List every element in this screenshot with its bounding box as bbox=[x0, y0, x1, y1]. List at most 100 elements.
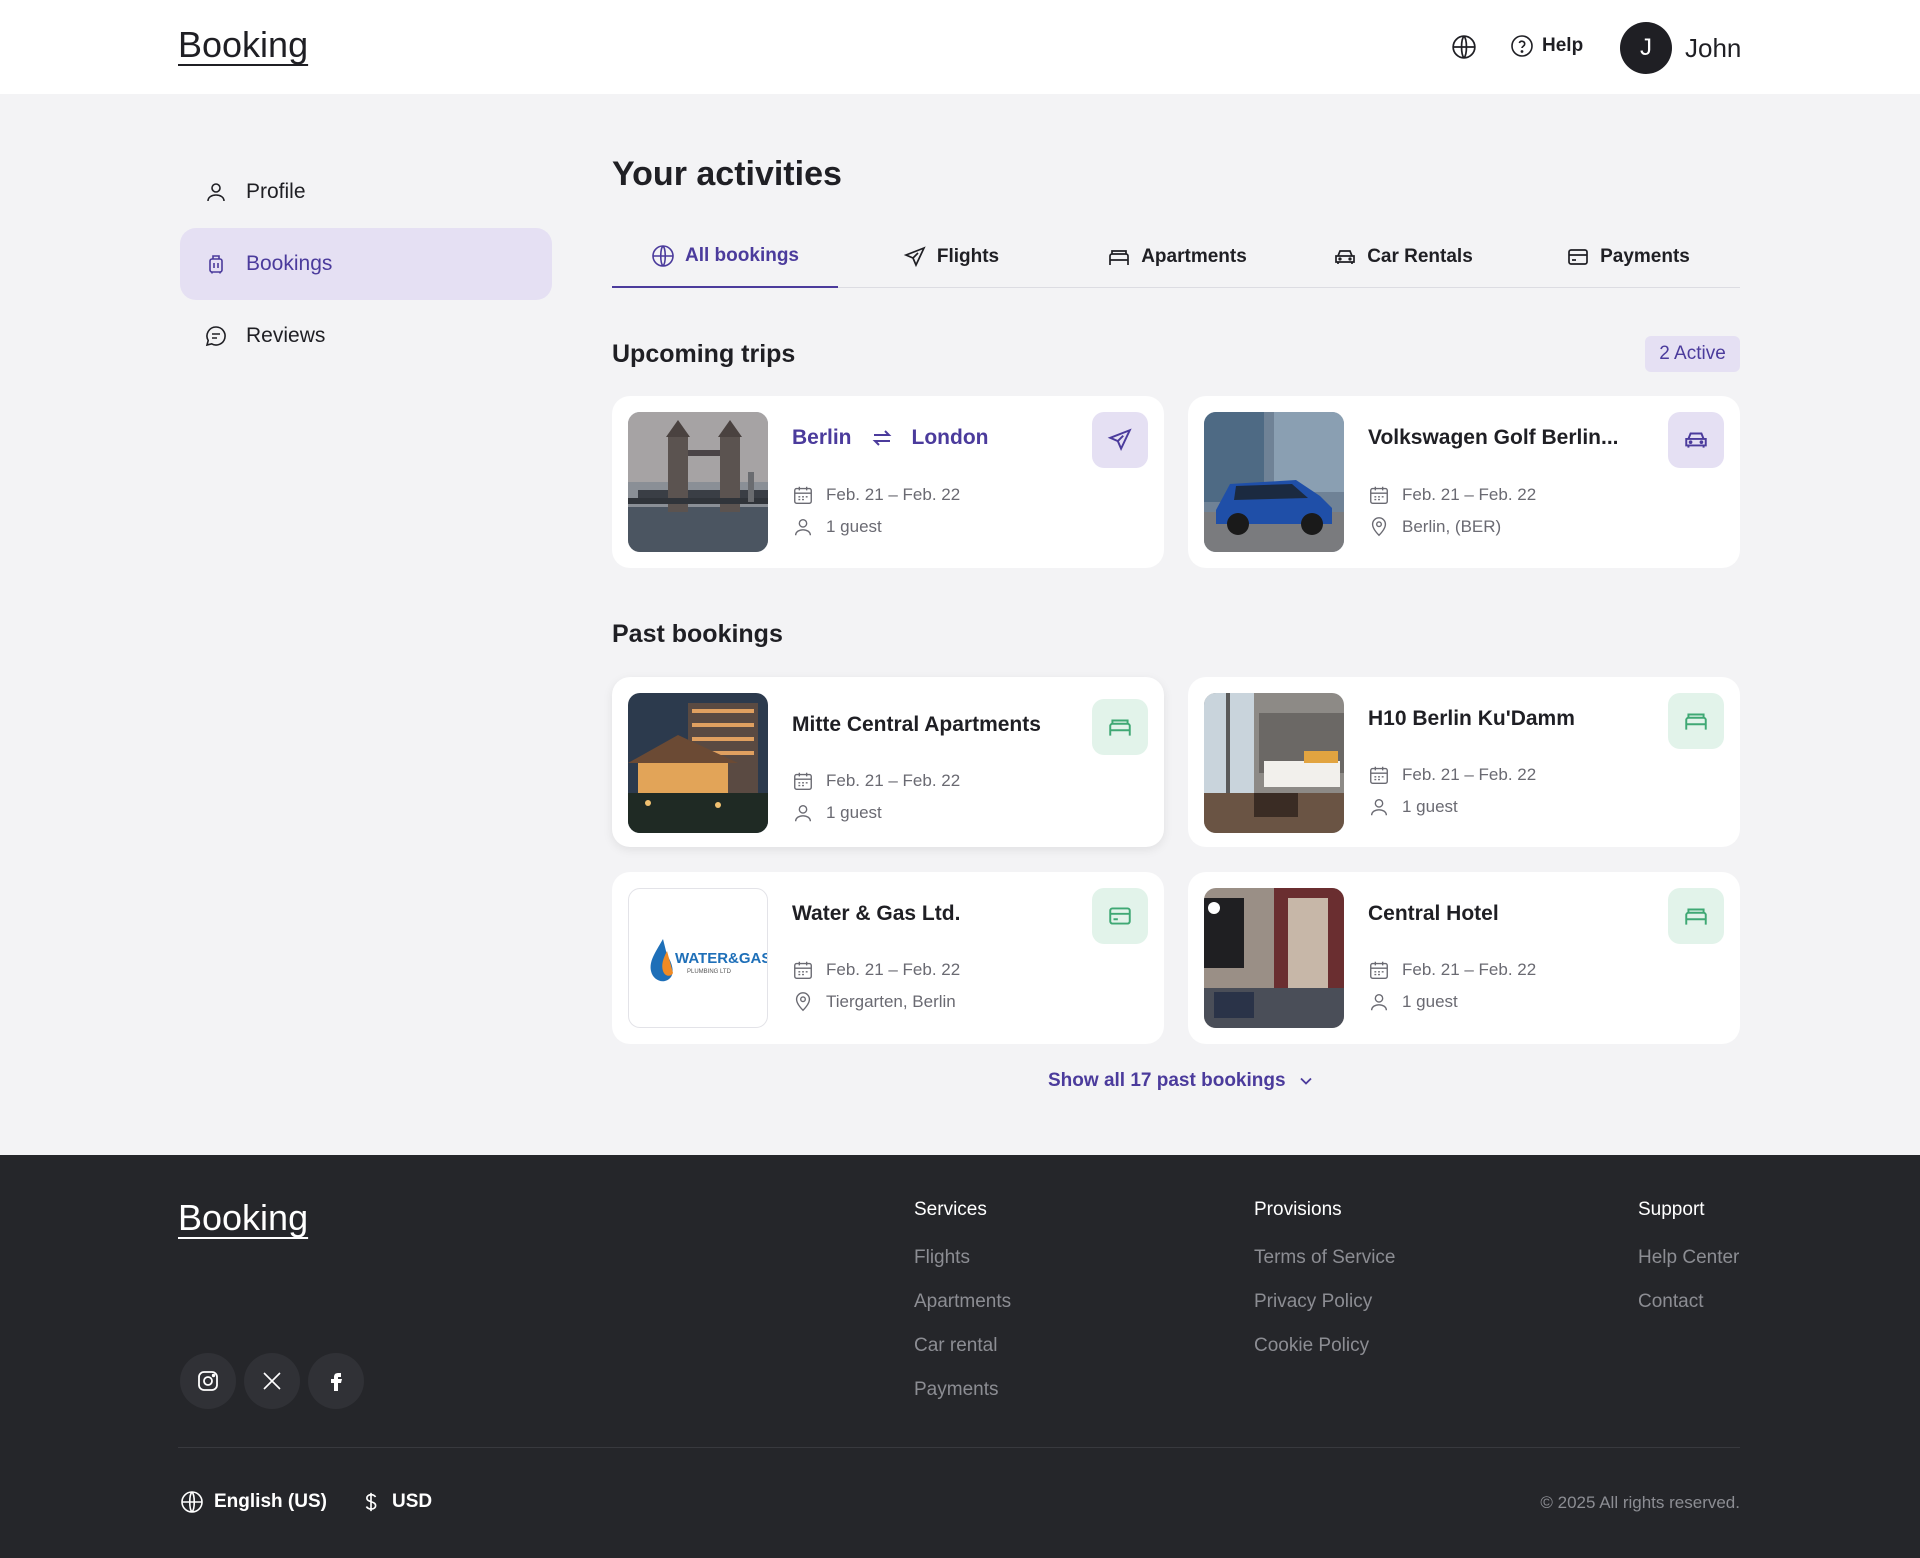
user-icon bbox=[1370, 993, 1388, 1011]
footer-column-title: Support bbox=[1638, 1199, 1705, 1220]
booking-title: Central Hotel bbox=[1368, 902, 1499, 925]
dates-text: Feb. 21 – Feb. 22 bbox=[826, 960, 961, 979]
help-button[interactable]: Help bbox=[1510, 34, 1583, 58]
user-name[interactable]: John bbox=[1685, 33, 1741, 64]
flight-type-button[interactable] bbox=[1092, 412, 1148, 468]
calendar-icon bbox=[1370, 486, 1388, 504]
language-selector[interactable]: English (US) bbox=[180, 1490, 327, 1514]
luggage-icon bbox=[209, 255, 223, 274]
footer-link-payments[interactable]: Payments bbox=[914, 1379, 1011, 1401]
payment-type-button[interactable] bbox=[1092, 888, 1148, 944]
dollar-icon bbox=[365, 1492, 377, 1512]
booking-card-apartment[interactable]: Mitte Central Apartments Feb. 21 – Feb. … bbox=[612, 677, 1164, 847]
booking-guests: 1 guest bbox=[792, 802, 882, 824]
calendar-icon bbox=[794, 961, 812, 979]
globe-icon[interactable] bbox=[1451, 34, 1477, 60]
booking-dates: Feb. 21 – Feb. 22 bbox=[792, 770, 960, 792]
calendar-icon bbox=[1370, 961, 1388, 979]
car-type-button[interactable] bbox=[1668, 412, 1724, 468]
tab-flights[interactable]: Flights bbox=[838, 226, 1064, 288]
tower-bridge-image bbox=[628, 412, 768, 552]
sidebar-item-label: Profile bbox=[246, 180, 306, 203]
instagram-icon bbox=[198, 1371, 218, 1391]
booking-dates: Feb. 21 – Feb. 22 bbox=[792, 959, 960, 981]
tab-payments[interactable]: Payments bbox=[1516, 226, 1740, 288]
booking-guests: 1 guest bbox=[1368, 796, 1458, 818]
footer-link-contact[interactable]: Contact bbox=[1638, 1291, 1739, 1313]
apartment-type-button[interactable] bbox=[1092, 699, 1148, 755]
apartment-type-button[interactable] bbox=[1668, 888, 1724, 944]
avatar[interactable]: J bbox=[1620, 22, 1672, 74]
instagram-button[interactable] bbox=[180, 1353, 236, 1409]
location-text: Berlin, (BER) bbox=[1402, 517, 1502, 536]
status-badge: 2 Active bbox=[1645, 336, 1740, 372]
tab-all-bookings[interactable]: All bookings bbox=[612, 226, 838, 288]
sidebar-item-label: Reviews bbox=[246, 324, 326, 347]
footer-link-privacy[interactable]: Privacy Policy bbox=[1254, 1291, 1395, 1313]
show-all-past-bookings-button[interactable]: Show all 17 past bookings bbox=[1048, 1070, 1316, 1092]
facebook-button[interactable] bbox=[308, 1353, 364, 1409]
chat-icon bbox=[205, 326, 226, 347]
swap-arrows-icon bbox=[872, 430, 891, 446]
footer-logo[interactable]: Booking bbox=[178, 1197, 308, 1239]
apartment-type-button[interactable] bbox=[1668, 693, 1724, 749]
user-icon bbox=[1370, 798, 1388, 816]
sidebar-item-bookings[interactable]: Bookings bbox=[180, 228, 552, 300]
footer-link-cookie[interactable]: Cookie Policy bbox=[1254, 1335, 1395, 1357]
calendar-icon bbox=[794, 486, 812, 504]
sidebar-item-reviews[interactable]: Reviews bbox=[180, 300, 552, 372]
booking-dates: Feb. 21 – Feb. 22 bbox=[1368, 764, 1536, 786]
dates-text: Feb. 21 – Feb. 22 bbox=[1402, 485, 1537, 504]
help-icon bbox=[1511, 35, 1533, 57]
currency-selector[interactable]: USD bbox=[360, 1490, 432, 1514]
company-logo-image: WATER&GAS PLUMBING LTD bbox=[628, 888, 768, 1028]
booking-title: Volkswagen Golf Berlin... bbox=[1368, 426, 1619, 449]
car-icon bbox=[1335, 250, 1356, 264]
currency-label: USD bbox=[392, 1491, 433, 1512]
calendar-icon bbox=[794, 772, 812, 790]
top-header: Booking Help J John bbox=[0, 0, 1920, 94]
page-title: Your activities bbox=[612, 155, 842, 193]
footer-link-apartments[interactable]: Apartments bbox=[914, 1291, 1011, 1313]
bed-icon bbox=[1685, 908, 1707, 925]
resort-image bbox=[628, 693, 768, 833]
guests-text: 1 guest bbox=[1402, 797, 1458, 816]
guests-text: 1 guest bbox=[1402, 992, 1458, 1011]
tab-apartments[interactable]: Apartments bbox=[1064, 226, 1290, 288]
card-icon bbox=[1109, 907, 1131, 925]
footer-link-help-center[interactable]: Help Center bbox=[1638, 1247, 1739, 1269]
footer-link-flights[interactable]: Flights bbox=[914, 1247, 1011, 1269]
tab-label: All bookings bbox=[685, 245, 799, 266]
booking-dates: Feb. 21 – Feb. 22 bbox=[1368, 959, 1536, 981]
footer-column-provisions: Provisions Terms of Service Privacy Poli… bbox=[1254, 1199, 1395, 1379]
plane-icon bbox=[903, 246, 926, 268]
booking-title: Water & Gas Ltd. bbox=[792, 902, 961, 925]
footer-divider bbox=[178, 1447, 1740, 1448]
bed-icon bbox=[1685, 713, 1707, 730]
booking-card-apartment[interactable]: H10 Berlin Ku'Damm Feb. 21 – Feb. 22 1 g… bbox=[1188, 677, 1740, 847]
booking-guests: 1 guest bbox=[792, 516, 882, 538]
x-twitter-button[interactable] bbox=[244, 1353, 300, 1409]
section-title-past: Past bookings bbox=[612, 620, 783, 648]
booking-card-payment[interactable]: WATER&GAS PLUMBING LTD Water & Gas Ltd. … bbox=[612, 872, 1164, 1044]
footer-column-support: Support Help Center Contact bbox=[1638, 1199, 1739, 1335]
copyright: © 2025 All rights reserved. bbox=[1540, 1493, 1740, 1512]
show-all-label: Show all 17 past bookings bbox=[1048, 1070, 1286, 1091]
flight-route: Berlin London bbox=[792, 426, 988, 450]
booking-card-flight[interactable]: Berlin London Feb. 21 – Feb. 22 1 guest bbox=[612, 396, 1164, 568]
plane-icon bbox=[1107, 428, 1132, 452]
booking-title: H10 Berlin Ku'Damm bbox=[1368, 707, 1575, 730]
logo[interactable]: Booking bbox=[178, 24, 308, 66]
booking-location: Berlin, (BER) bbox=[1368, 516, 1501, 538]
tab-car-rentals[interactable]: Car Rentals bbox=[1290, 226, 1516, 288]
footer-link-terms[interactable]: Terms of Service bbox=[1254, 1247, 1395, 1269]
calendar-icon bbox=[1370, 766, 1388, 784]
sidebar-item-profile[interactable]: Profile bbox=[180, 156, 552, 228]
footer-link-car-rental[interactable]: Car rental bbox=[914, 1335, 1011, 1357]
car-image bbox=[1204, 412, 1344, 552]
booking-card-car[interactable]: Volkswagen Golf Berlin... Feb. 21 – Feb.… bbox=[1188, 396, 1740, 568]
hotel-suite-image bbox=[1204, 888, 1344, 1028]
booking-card-apartment[interactable]: Central Hotel Feb. 21 – Feb. 22 1 guest bbox=[1188, 872, 1740, 1044]
card-icon bbox=[1568, 249, 1588, 265]
footer-column-title: Services bbox=[914, 1199, 987, 1220]
